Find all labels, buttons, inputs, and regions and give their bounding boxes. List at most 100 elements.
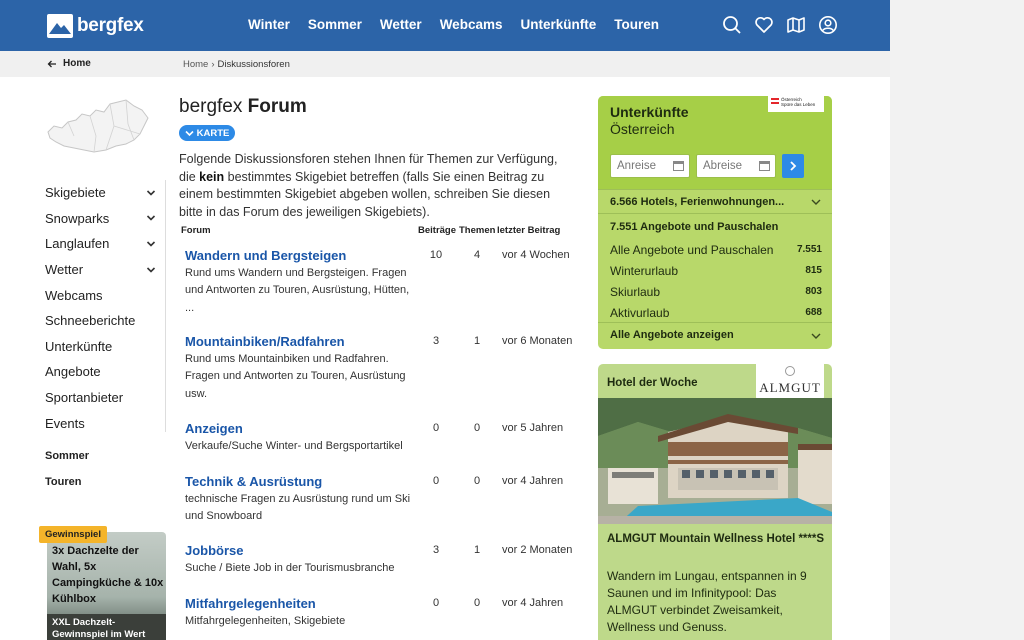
- offer-link[interactable]: Aktivurlaub 688: [610, 306, 822, 320]
- sidebar-item-wetter[interactable]: Wetter: [45, 257, 157, 283]
- chevron-right-icon: [790, 161, 797, 171]
- bergfex-logo[interactable]: bergfex: [47, 13, 144, 39]
- sidebar-item-snowparks[interactable]: Snowparks: [45, 206, 157, 232]
- sidebar-item-langlaufen[interactable]: Langlaufen: [45, 231, 157, 257]
- offer-count: 7.551: [796, 244, 822, 255]
- chevron-down-icon: [185, 130, 194, 136]
- forum-last-post: vor 4 Wochen: [502, 249, 570, 261]
- nav-wetter[interactable]: Wetter: [380, 17, 422, 32]
- forum-name-link[interactable]: Jobbörse: [185, 543, 244, 558]
- home-label: Home: [63, 58, 91, 69]
- austria-map-thumbnail[interactable]: [44, 96, 152, 156]
- main-nav: Winter Sommer Wetter Webcams Unterkünfte…: [248, 17, 677, 32]
- forum-post-count: 3: [432, 544, 440, 556]
- promo-card[interactable]: Gewinnspiel 3x Dachzelte der Wahl, 5x Ca…: [39, 524, 166, 640]
- page-margin: [890, 0, 1024, 640]
- page-title: bergfex Forum: [179, 96, 307, 118]
- top-navigation-bar: bergfex Winter Sommer Wetter Webcams Unt…: [0, 0, 890, 51]
- offer-link[interactable]: Skiurlaub 803: [610, 285, 822, 299]
- offer-count: 688: [805, 307, 822, 318]
- departure-date-field[interactable]: Abreise: [696, 154, 776, 178]
- nav-sommer[interactable]: Sommer: [308, 17, 362, 32]
- offers-heading: 7.551 Angebote und Pauschalen: [610, 221, 779, 233]
- mountain-logo-icon: [47, 14, 73, 38]
- hotel-logo-text: ALMGUT: [759, 380, 821, 395]
- page-title-light: bergfex: [179, 96, 243, 117]
- user-icon[interactable]: [817, 13, 838, 37]
- breadcrumb-bar: Home Home › Diskussionsforen: [0, 51, 890, 77]
- forum-description: technische Fragen zu Ausrüstung rund um …: [185, 493, 411, 523]
- column-header-posts: Beiträge: [418, 225, 457, 236]
- badge-line: Spüre das Leben: [781, 102, 816, 107]
- all-offers-link[interactable]: Alle Angebote anzeigen: [610, 329, 734, 341]
- logo-ring-icon: [785, 366, 795, 376]
- offer-link[interactable]: Winterurlaub 815: [610, 264, 822, 278]
- nav-touren[interactable]: Touren: [614, 17, 659, 32]
- nav-webcams[interactable]: Webcams: [440, 17, 503, 32]
- back-home-link[interactable]: Home: [47, 58, 91, 69]
- nav-winter[interactable]: Winter: [248, 17, 290, 32]
- forum-name-link[interactable]: Mitfahrgelegenheiten: [185, 596, 316, 611]
- chevron-down-icon[interactable]: [145, 187, 157, 199]
- chevron-down-icon[interactable]: [145, 238, 157, 250]
- calendar-icon: [673, 161, 684, 171]
- hotel-of-week-card[interactable]: Hotel der Woche ALMGUT ALMGUT Mountain W…: [598, 364, 832, 640]
- sidebar-item-angebote[interactable]: Angebote: [45, 359, 157, 385]
- hotels-link-row[interactable]: 6.566 Hotels, Ferienwohnungen...: [598, 189, 832, 214]
- forum-last-post: vor 2 Monaten: [502, 544, 573, 556]
- header-icons: [721, 13, 838, 37]
- chevron-down-icon[interactable]: [145, 264, 157, 276]
- forum-topic-count: 1: [473, 335, 481, 347]
- hotel-of-week-label: Hotel der Woche: [607, 377, 698, 389]
- chevron-down-icon[interactable]: [145, 212, 157, 224]
- sidebar-item-schneeberichte[interactable]: Schneeberichte: [45, 308, 157, 334]
- heart-icon[interactable]: [753, 13, 774, 37]
- column-header-last-post: letzter Beitrag: [497, 225, 561, 236]
- sidebar-item-unterk-nfte[interactable]: Unterkünfte: [45, 334, 157, 360]
- hotel-name: ALMGUT Mountain Wellness Hotel ****S: [607, 533, 825, 545]
- offer-link[interactable]: Alle Angebote und Pauschalen 7.551: [610, 243, 822, 257]
- forum-name-link[interactable]: Wandern und Bergsteigen: [185, 248, 346, 263]
- nav-unterkuenfte[interactable]: Unterkünfte: [520, 17, 596, 32]
- arrival-placeholder: Anreise: [617, 160, 656, 172]
- forum-last-post: vor 4 Jahren: [502, 597, 564, 609]
- sidebar-item-sportanbieter[interactable]: Sportanbieter: [45, 385, 157, 411]
- forum-description: Rund ums Mountainbiken und Radfahren. Fr…: [185, 353, 406, 400]
- search-icon[interactable]: [721, 13, 742, 37]
- logo-text: bergfex: [77, 15, 144, 36]
- breadcrumb-home[interactable]: Home: [183, 59, 208, 70]
- intro-text: Folgende Diskussionsforen stehen Ihnen f…: [179, 151, 577, 221]
- sidebar-item-webcams[interactable]: Webcams: [45, 282, 157, 308]
- forum-name-link[interactable]: Technik & Ausrüstung: [185, 474, 322, 489]
- sidebar-item-touren[interactable]: Touren: [45, 476, 81, 488]
- forum-name-link[interactable]: Anzeigen: [185, 421, 243, 436]
- forum-post-count: 0: [432, 475, 440, 487]
- sidebar-item-label: Wetter: [45, 262, 84, 278]
- forum-topic-count: 0: [473, 597, 481, 609]
- promo-footer-text: XXL Dachzelt-Gewinnspiel im Wert von: [47, 614, 166, 640]
- chevron-down-icon: [811, 333, 821, 339]
- breadcrumb-separator: ›: [211, 59, 215, 70]
- hotels-link: 6.566 Hotels, Ferienwohnungen...: [610, 196, 785, 208]
- divider: [598, 322, 832, 323]
- map-toggle-button[interactable]: KARTE: [179, 125, 235, 141]
- forum-name-link[interactable]: Mountainbiken/Radfahren: [185, 334, 345, 349]
- offer-count: 815: [805, 265, 822, 276]
- sidebar-item-skigebiete[interactable]: Skigebiete: [45, 180, 157, 206]
- forum-post-count: 0: [432, 597, 440, 609]
- forum-topic-count: 4: [473, 249, 481, 261]
- forum-last-post: vor 6 Monaten: [502, 335, 573, 347]
- search-submit-button[interactable]: [782, 154, 804, 178]
- page: bergfex Winter Sommer Wetter Webcams Unt…: [0, 0, 1024, 640]
- sidebar-item-sommer[interactable]: Sommer: [45, 450, 89, 462]
- offer-label: Winterurlaub: [610, 264, 679, 278]
- sidebar-item-label: Unterkünfte: [45, 338, 113, 354]
- map-icon[interactable]: [785, 13, 806, 37]
- sidebar-item-events[interactable]: Events: [45, 410, 157, 436]
- sidebar-item-label: Snowparks: [45, 210, 110, 226]
- hotel-image: [598, 398, 832, 524]
- forum-last-post: vor 5 Jahren: [502, 422, 564, 434]
- arrival-date-field[interactable]: Anreise: [610, 154, 690, 178]
- forum-description: Suche / Biete Job in der Tourismusbranch…: [185, 562, 395, 574]
- breadcrumb: Home › Diskussionsforen: [183, 59, 290, 70]
